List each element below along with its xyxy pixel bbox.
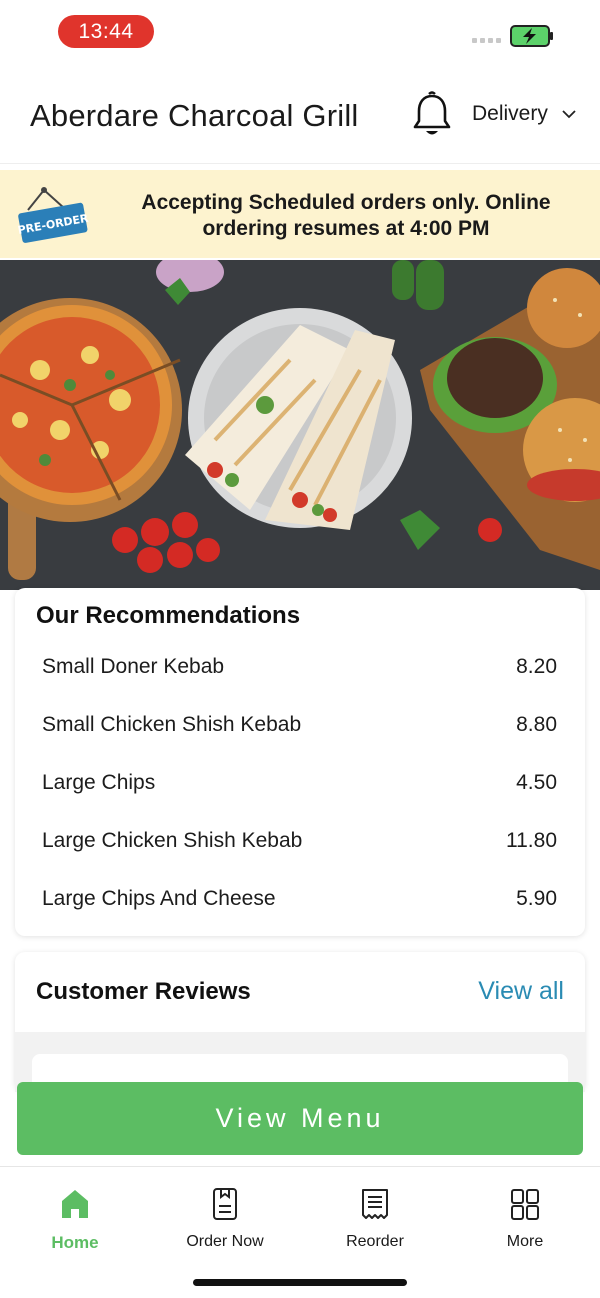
nav-order-now[interactable]: Order Now [165,1187,285,1251]
item-name: Large Chips And Cheese [42,887,276,910]
chevron-down-icon [562,110,576,119]
grid-icon [511,1189,539,1220]
delivery-selector[interactable]: Delivery [472,102,576,126]
recommendations-list: Small Doner Kebab 8.20 Small Chicken Shi… [15,638,585,928]
nav-label: Reorder [346,1233,404,1250]
nav-label: Home [51,1233,99,1252]
item-price: 11.80 [506,829,557,852]
recommendation-item[interactable]: Large Chips 4.50 [15,754,585,812]
view-all-link[interactable]: View all [478,977,564,1006]
app-header: Aberdare Charcoal Grill Delivery [0,70,600,164]
recommendations-title: Our Recommendations [36,602,301,629]
preorder-banner: PRE-ORDER Accepting Scheduled orders onl… [0,170,600,258]
nav-home[interactable]: Home [15,1187,135,1253]
item-price: 8.20 [516,655,557,678]
nav-reorder[interactable]: Reorder [315,1187,435,1251]
recommendation-item[interactable]: Small Doner Kebab 8.20 [15,638,585,696]
receipt-icon [362,1189,388,1219]
restaurant-name: Aberdare Charcoal Grill [30,98,359,133]
banner-message: Accepting Scheduled orders only. Online … [141,191,551,240]
order-icon [213,1188,237,1220]
signal-icon [472,38,501,43]
nav-label: More [506,1233,544,1250]
status-bar: 13:44 [0,0,600,64]
hero-image [0,260,600,590]
preorder-sign-icon: PRE-ORDER [17,187,90,243]
reviews-title: Customer Reviews [36,978,251,1005]
item-price: 5.90 [516,887,557,910]
delivery-label: Delivery [472,102,548,125]
item-name: Small Chicken Shish Kebab [42,713,302,736]
item-name: Large Chips [42,771,156,794]
food-illustration [0,260,600,590]
view-menu-button[interactable]: View Menu [17,1082,583,1155]
recommendation-item[interactable]: Small Chicken Shish Kebab 8.80 [15,696,585,754]
recommendations-card: Our Recommendations Small Doner Kebab 8.… [15,588,585,936]
item-name: Small Doner Kebab [42,655,225,678]
home-indicator [193,1279,407,1286]
home-icon [62,1190,88,1218]
recommendation-item[interactable]: Large Chips And Cheese 5.90 [15,870,585,928]
status-time: 13:44 [58,15,154,48]
item-name: Large Chicken Shish Kebab [42,829,303,852]
recommendation-item[interactable]: Large Chicken Shish Kebab 11.80 [15,812,585,870]
customer-reviews-card: Customer Reviews View all [15,952,585,1114]
battery-icon [510,25,553,47]
nav-more[interactable]: More [465,1187,585,1251]
item-price: 8.80 [516,713,557,736]
bell-icon[interactable] [410,90,454,140]
nav-label: Order Now [186,1233,264,1250]
item-price: 4.50 [516,771,557,794]
